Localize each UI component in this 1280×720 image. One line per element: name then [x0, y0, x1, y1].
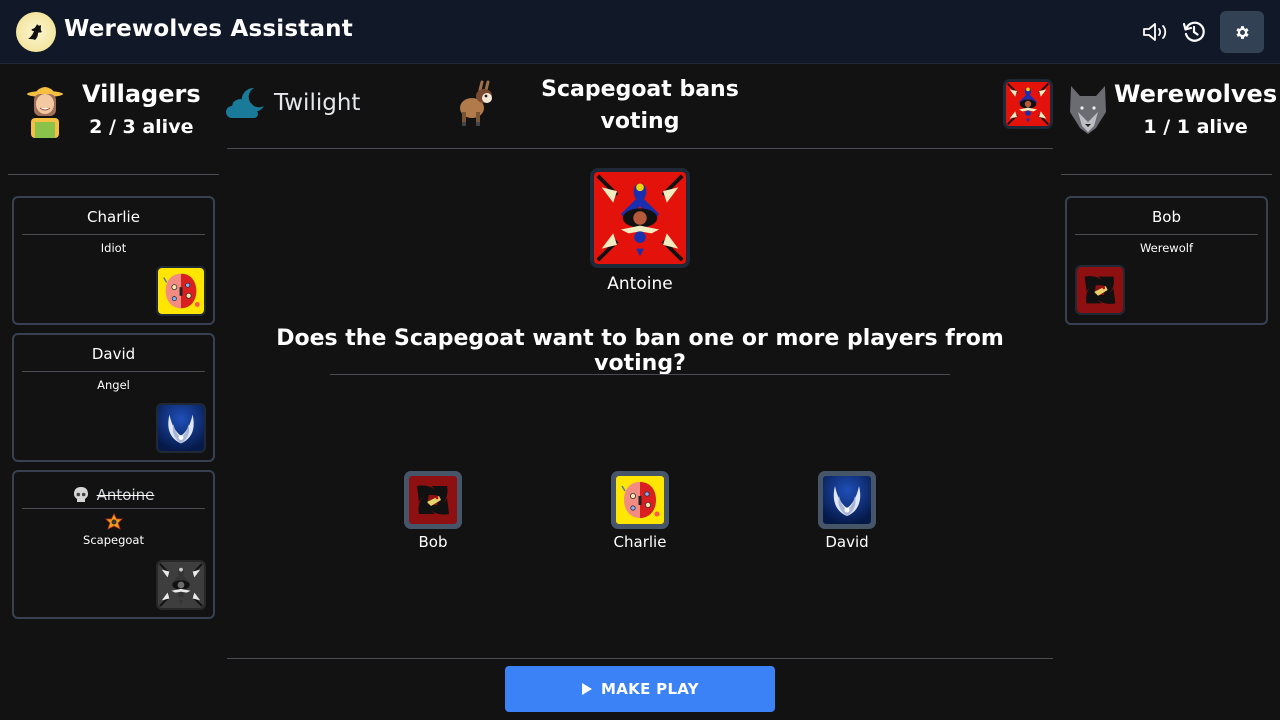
angel-role-icon — [823, 476, 871, 524]
player-card[interactable]: David Angel — [12, 333, 215, 462]
skull-icon — [73, 487, 88, 502]
target-player-name: Charlie — [613, 533, 667, 551]
player-name: David — [91, 345, 136, 363]
source-player-avatar — [590, 168, 690, 268]
game-phase: Twilight — [226, 86, 360, 120]
player-role: Angel — [97, 378, 130, 392]
settings-button[interactable] — [1220, 11, 1264, 53]
player-name-dead: Antoine — [14, 472, 213, 508]
goat-icon — [460, 80, 492, 126]
werewolf-role-icon — [1075, 265, 1125, 315]
target-player-name: Bob — [418, 533, 448, 551]
villagers-alive-count: 2 / 3 alive — [89, 116, 194, 138]
player-role: Werewolf — [1139, 241, 1193, 255]
werewolves-header: Werewolves 1 / 1 alive — [1068, 80, 1277, 138]
werewolves-title: Werewolves — [1114, 80, 1278, 108]
cloud-moon-icon — [226, 87, 264, 118]
wolf-head-icon — [1070, 86, 1106, 134]
angel-role-icon — [156, 403, 206, 453]
werewolves-alive-count: 1 / 1 alive — [1143, 116, 1248, 138]
player-role: Scapegoat — [83, 533, 144, 547]
scapegoat-role-icon — [1003, 79, 1053, 129]
player-role: Idiot — [100, 241, 127, 255]
target-player[interactable]: Bob — [383, 471, 483, 551]
divider — [330, 374, 950, 375]
villagers-title: Villagers — [82, 80, 201, 108]
target-player[interactable]: Charlie — [590, 471, 690, 551]
gear-icon — [1235, 25, 1249, 39]
divider — [227, 658, 1053, 659]
player-card[interactable]: Antoine Scapegoat — [12, 470, 215, 619]
phase-label: Twilight — [274, 90, 361, 116]
idiot-role-icon — [156, 266, 206, 316]
divider — [227, 148, 1053, 149]
speaker-icon[interactable] — [1141, 18, 1169, 46]
target-player-name: David — [825, 533, 869, 551]
target-player[interactable]: David — [797, 471, 897, 551]
step-title: Scapegoat bans voting — [541, 77, 739, 134]
divider — [8, 174, 219, 175]
play-question: Does the Scapegoat want to ban one or mo… — [276, 326, 1004, 376]
play-icon — [582, 683, 593, 695]
wolf-moon-icon[interactable] — [16, 12, 56, 52]
villagers-header: Villagers 2 / 3 alive — [26, 80, 201, 138]
player-name: Bob — [1152, 208, 1181, 226]
farmer-icon — [27, 87, 63, 138]
player-card[interactable]: Charlie Idiot — [12, 196, 215, 325]
scapegoat-role-icon — [156, 560, 206, 610]
make-play-button[interactable]: MAKE PLAY — [505, 666, 775, 712]
history-icon[interactable] — [1180, 18, 1208, 46]
player-name: Charlie — [87, 208, 140, 226]
idiot-role-icon — [616, 476, 664, 524]
werewolf-role-icon — [409, 476, 457, 524]
source-player-name: Antoine — [607, 274, 673, 294]
player-card[interactable]: Bob Werewolf — [1065, 196, 1268, 325]
top-bar: Werewolves Assistant — [0, 0, 1280, 64]
app-title: Werewolves Assistant — [64, 16, 353, 42]
sheriff-star-icon — [104, 513, 123, 530]
divider — [1061, 174, 1272, 175]
